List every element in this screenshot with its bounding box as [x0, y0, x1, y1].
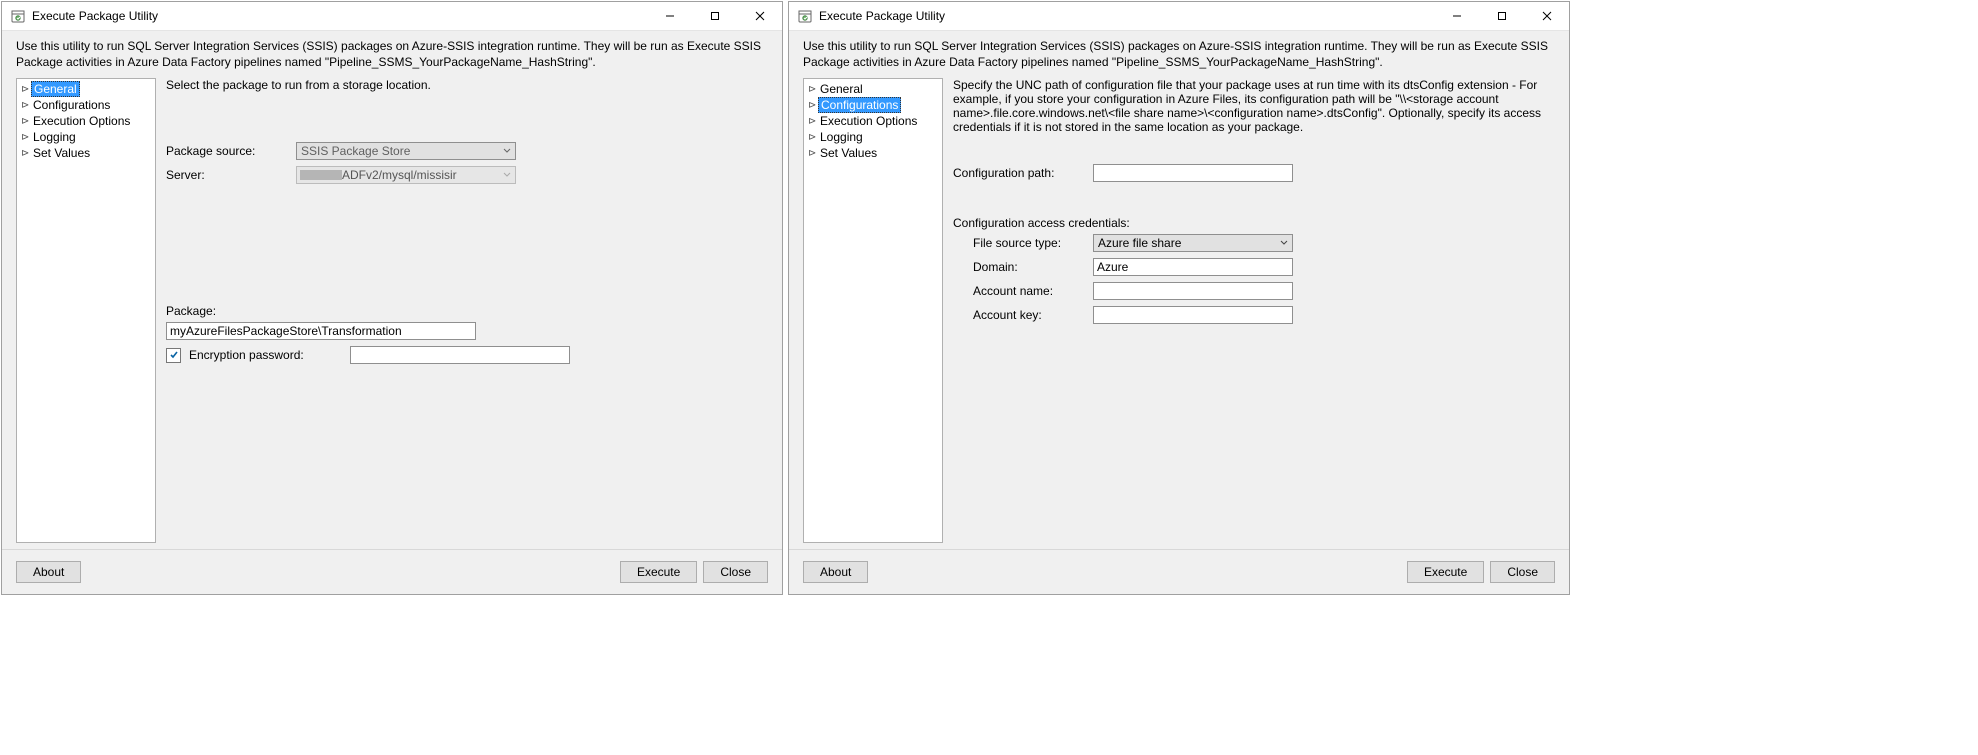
chevron-down-icon [1280, 236, 1288, 250]
intro-text: Use this utility to run SQL Server Integ… [789, 31, 1569, 78]
expander-icon: ⊳ [808, 132, 818, 143]
expander-icon: ⊳ [21, 148, 31, 159]
tree-item-label: Set Values [31, 146, 92, 160]
content-general: Select the package to run from a storage… [166, 78, 768, 543]
server-value-suffix: ADFv2/mysql/missisir [342, 168, 457, 182]
expander-icon: ⊳ [808, 100, 818, 111]
intro-text: Use this utility to run SQL Server Integ… [2, 31, 782, 78]
tree-item-label: Configurations [818, 97, 901, 113]
package-icon [10, 8, 26, 24]
titlebar: Execute Package Utility [789, 2, 1569, 31]
tree-item-general[interactable]: ⊳ General [804, 81, 942, 97]
window-configurations: Execute Package Utility Use this utility… [788, 1, 1570, 595]
maximize-button[interactable] [1479, 2, 1524, 30]
close-button-footer[interactable]: Close [1490, 561, 1555, 583]
chevron-down-icon [503, 144, 511, 158]
execute-button[interactable]: Execute [1407, 561, 1484, 583]
window-general: Execute Package Utility Use this utility… [1, 1, 783, 595]
tree-item-label: Logging [818, 130, 865, 144]
tree-item-label: Configurations [31, 98, 112, 112]
content-configurations: Specify the UNC path of configuration fi… [953, 78, 1555, 543]
account-key-input[interactable] [1093, 306, 1293, 324]
label-account-name: Account name: [973, 284, 1093, 298]
titlebar: Execute Package Utility [2, 2, 782, 31]
window-controls [1434, 2, 1569, 30]
package-source-dropdown[interactable]: SSIS Package Store [296, 142, 516, 160]
label-package: Package: [166, 304, 768, 318]
close-button[interactable] [1524, 2, 1569, 30]
expander-icon: ⊳ [21, 132, 31, 143]
tree-item-label: Set Values [818, 146, 879, 160]
nav-tree: ⊳ General ⊳ Configurations ⊳ Execution O… [803, 78, 943, 543]
tree-item-execution-options[interactable]: ⊳ Execution Options [804, 113, 942, 129]
tree-item-label: Logging [31, 130, 78, 144]
tree-item-configurations[interactable]: ⊳ Configurations [804, 97, 942, 113]
configuration-path-input[interactable] [1093, 164, 1293, 182]
page-description: Select the package to run from a storage… [166, 78, 768, 92]
footer: About Execute Close [789, 549, 1569, 594]
close-button[interactable] [737, 2, 782, 30]
label-domain: Domain: [973, 260, 1093, 274]
close-button-footer[interactable]: Close [703, 561, 768, 583]
expander-icon: ⊳ [808, 116, 818, 127]
label-file-source-type: File source type: [973, 236, 1093, 250]
tree-item-configurations[interactable]: ⊳ Configurations [17, 97, 155, 113]
tree-item-label: Execution Options [818, 114, 919, 128]
footer: About Execute Close [2, 549, 782, 594]
expander-icon: ⊳ [21, 84, 31, 95]
tree-item-set-values[interactable]: ⊳ Set Values [17, 145, 155, 161]
window-title: Execute Package Utility [819, 9, 1434, 23]
label-credentials-heading: Configuration access credentials: [953, 216, 1555, 230]
tree-item-general[interactable]: ⊳ General [17, 81, 155, 97]
about-button[interactable]: About [16, 561, 81, 583]
tree-item-execution-options[interactable]: ⊳ Execution Options [17, 113, 155, 129]
server-dropdown[interactable]: ADFv2/mysql/missisir [296, 166, 516, 184]
tree-item-label: Execution Options [31, 114, 132, 128]
tree-item-label: General [818, 82, 865, 96]
redacted-block [300, 170, 342, 180]
domain-input[interactable] [1093, 258, 1293, 276]
page-description: Specify the UNC path of configuration fi… [953, 78, 1555, 134]
package-icon [797, 8, 813, 24]
package-source-value: SSIS Package Store [301, 144, 410, 158]
label-configuration-path: Configuration path: [953, 166, 1093, 180]
window-controls [647, 2, 782, 30]
label-account-key: Account key: [973, 308, 1093, 322]
file-source-type-dropdown[interactable]: Azure file share [1093, 234, 1293, 252]
label-package-source: Package source: [166, 144, 296, 158]
expander-icon: ⊳ [21, 116, 31, 127]
label-server: Server: [166, 168, 296, 182]
minimize-button[interactable] [647, 2, 692, 30]
tree-item-set-values[interactable]: ⊳ Set Values [804, 145, 942, 161]
expander-icon: ⊳ [808, 148, 818, 159]
expander-icon: ⊳ [808, 84, 818, 95]
encryption-password-input[interactable] [350, 346, 570, 364]
execute-button[interactable]: Execute [620, 561, 697, 583]
tree-item-logging[interactable]: ⊳ Logging [17, 129, 155, 145]
maximize-button[interactable] [692, 2, 737, 30]
nav-tree: ⊳ General ⊳ Configurations ⊳ Execution O… [16, 78, 156, 543]
package-input[interactable] [166, 322, 476, 340]
file-source-type-value: Azure file share [1098, 236, 1181, 250]
tree-item-label: General [31, 81, 80, 97]
expander-icon: ⊳ [21, 100, 31, 111]
account-name-input[interactable] [1093, 282, 1293, 300]
minimize-button[interactable] [1434, 2, 1479, 30]
tree-item-logging[interactable]: ⊳ Logging [804, 129, 942, 145]
window-title: Execute Package Utility [32, 9, 647, 23]
label-encryption: Encryption password: [189, 348, 304, 362]
encryption-checkbox[interactable] [166, 348, 181, 363]
about-button[interactable]: About [803, 561, 868, 583]
chevron-down-icon [503, 168, 511, 182]
